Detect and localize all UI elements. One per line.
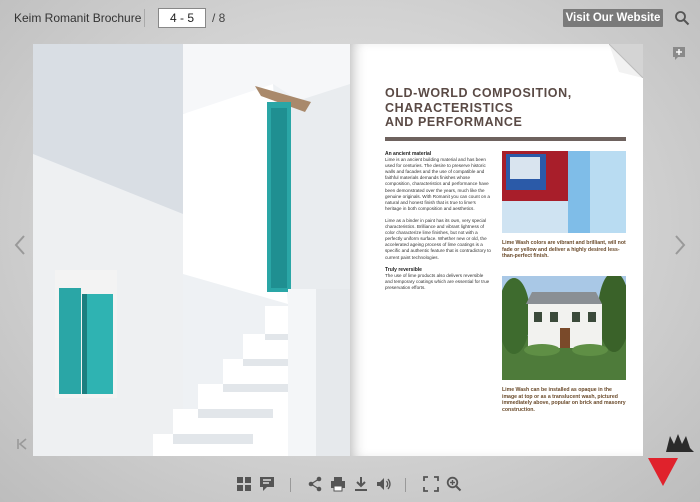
thumbnails-grid-icon[interactable] bbox=[236, 476, 252, 492]
caption-lime-colors: Lime Wash colors are vibrant and brillia… bbox=[502, 240, 626, 260]
share-icon[interactable] bbox=[307, 476, 323, 492]
section-body-reversible: The use of lime products also delivers r… bbox=[385, 272, 490, 290]
page-heading: OLD-WORLD COMPOSITION, CHARACTERISTICS A… bbox=[385, 86, 625, 130]
body-text-column: An ancient material Lime is an ancient b… bbox=[385, 151, 492, 297]
fullscreen-icon[interactable] bbox=[423, 476, 439, 492]
toolbar-divider-1 bbox=[290, 478, 291, 492]
heading-line-1: OLD-WORLD COMPOSITION, bbox=[385, 86, 572, 100]
chevron-right-icon[interactable] bbox=[673, 234, 687, 256]
first-page-icon[interactable] bbox=[15, 437, 29, 451]
top-toolbar: Keim Romanit Brochure 4 - 5 / 8 Visit Ou… bbox=[0, 0, 700, 36]
bookmark-add-icon[interactable] bbox=[672, 46, 686, 60]
section-body-ancient: Lime is an ancient building material and… bbox=[385, 157, 490, 211]
page-total: / 8 bbox=[212, 11, 226, 25]
notes-comment-icon[interactable] bbox=[259, 476, 275, 492]
right-page[interactable]: OLD-WORLD COMPOSITION, CHARACTERISTICS A… bbox=[350, 44, 643, 456]
bottom-toolbar bbox=[0, 466, 700, 502]
download-icon[interactable] bbox=[353, 476, 369, 492]
heading-line-3: AND PERFORMANCE bbox=[385, 115, 523, 129]
brand-red-triangle bbox=[648, 458, 678, 486]
keim-logo-mark bbox=[666, 434, 694, 452]
blue-wall-photo bbox=[502, 151, 626, 233]
left-page[interactable] bbox=[33, 44, 350, 456]
search-icon[interactable] bbox=[674, 10, 690, 26]
sound-icon[interactable] bbox=[376, 476, 392, 492]
chevron-left-icon[interactable] bbox=[13, 234, 27, 256]
document-title: Keim Romanit Brochure bbox=[14, 11, 142, 25]
visit-website-button[interactable]: Visit Our Website bbox=[563, 9, 663, 27]
page-number-input[interactable]: 4 - 5 bbox=[158, 8, 206, 28]
heading-rule bbox=[385, 137, 626, 141]
greek-house-photo bbox=[33, 44, 350, 456]
section-body-binder: Lime as a binder in paint has its own, v… bbox=[385, 217, 491, 260]
page-curl-corner[interactable] bbox=[609, 44, 643, 78]
toolbar-divider-2 bbox=[405, 478, 406, 492]
toolbar-divider bbox=[144, 9, 145, 27]
caption-lime-wash: Lime Wash can be installed as opaque in … bbox=[502, 387, 626, 413]
heading-line-2: CHARACTERISTICS bbox=[385, 100, 514, 115]
white-house-photo bbox=[502, 276, 626, 380]
flipbook-spread: OLD-WORLD COMPOSITION, CHARACTERISTICS A… bbox=[33, 44, 643, 456]
zoom-in-icon[interactable] bbox=[446, 476, 462, 492]
print-icon[interactable] bbox=[330, 476, 346, 492]
